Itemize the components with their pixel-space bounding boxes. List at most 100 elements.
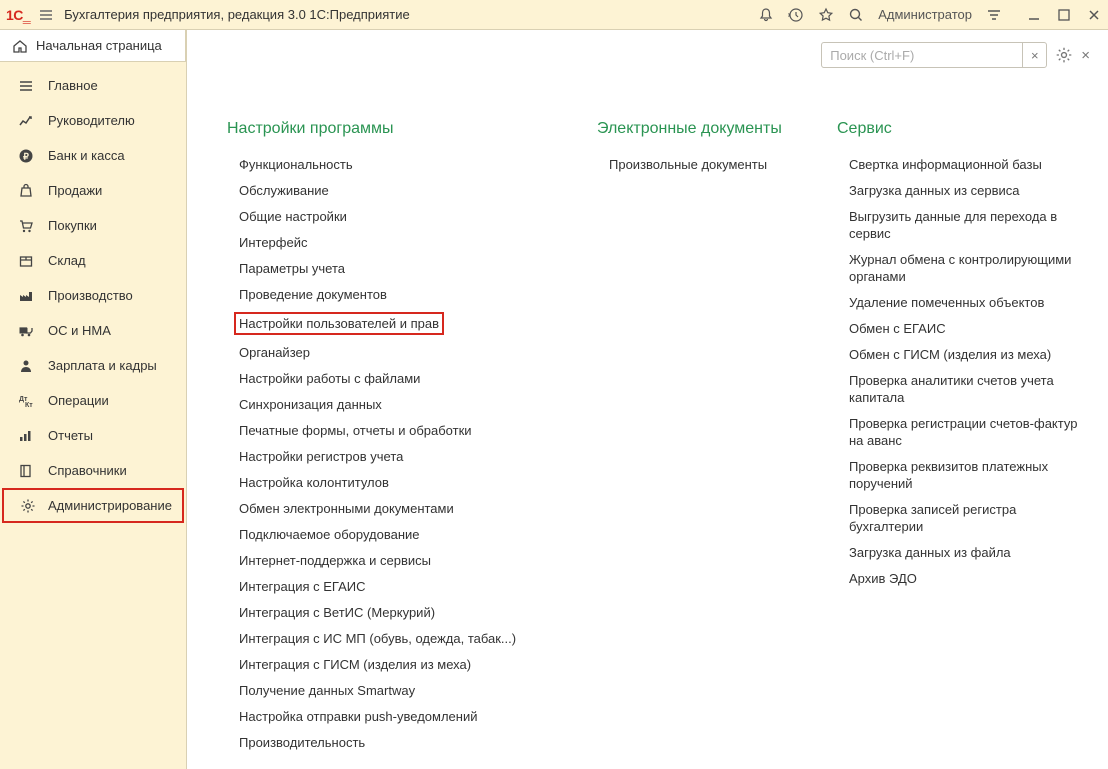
link-item[interactable]: Интернет-поддержка и сервисы [239, 552, 567, 569]
sidebar-item-7[interactable]: ОС и НМА [0, 313, 186, 348]
window-controls [1026, 7, 1102, 23]
content-area: × × Настройки программы Функциональность… [187, 30, 1108, 769]
sidebar-item-label: Производство [48, 288, 133, 303]
link-item[interactable]: Настройки работы с файлами [239, 370, 567, 387]
book-icon [18, 463, 36, 479]
sidebar-item-1[interactable]: Руководителю [0, 103, 186, 138]
minimize-icon[interactable] [1026, 7, 1042, 23]
person-icon [18, 358, 36, 374]
link-item[interactable]: Печатные формы, отчеты и обработки [239, 422, 567, 439]
link-item[interactable]: Проверка аналитики счетов учета капитала [849, 372, 1088, 406]
user-label[interactable]: Администратор [878, 7, 972, 22]
sidebar-item-label: Зарплата и кадры [48, 358, 157, 373]
titlebar-actions: Администратор [758, 7, 1102, 23]
panel-close-icon[interactable]: × [1081, 47, 1090, 64]
nav-list: Главное Руководителю ₽Банк и касса Продажи П… [0, 62, 186, 523]
window-title: Бухгалтерия предприятия, редакция 3.0 1С… [64, 7, 758, 22]
home-icon [12, 38, 28, 54]
section-title-program: Настройки программы [227, 120, 567, 138]
sidebar-item-label: Главное [48, 78, 98, 93]
chart-icon [18, 113, 36, 129]
filter-icon[interactable] [986, 7, 1002, 23]
link-item[interactable]: Архив ЭДО [849, 570, 1088, 587]
sidebar-item-5[interactable]: Склад [0, 243, 186, 278]
sections-columns: Настройки программы Функциональность Обсл… [187, 30, 1108, 769]
link-item[interactable]: Загрузка данных из файла [849, 544, 1088, 561]
search-icon[interactable] [848, 7, 864, 23]
link-item[interactable]: Загрузка данных из сервиса [849, 182, 1088, 199]
star-icon[interactable] [818, 7, 834, 23]
home-tab[interactable]: Начальная страница [0, 30, 186, 62]
link-list-service: Свертка информационной базы Загрузка данн… [837, 156, 1088, 587]
sidebar-item-label: Продажи [48, 183, 102, 198]
sidebar-item-label: Справочники [48, 463, 127, 478]
link-item[interactable]: Свертка информационной базы [849, 156, 1088, 173]
link-item[interactable]: Параметры учета [239, 260, 567, 277]
link-item[interactable]: Журнал обмена с контролирующими органами [849, 251, 1088, 285]
main-layout: Начальная страница Главное Руководителю ₽Б… [0, 30, 1108, 769]
sidebar-item-12[interactable]: Администрирование [2, 488, 184, 523]
sidebar-item-4[interactable]: Покупки [0, 208, 186, 243]
cart-icon [18, 218, 36, 234]
close-icon[interactable] [1086, 7, 1102, 23]
link-item[interactable]: Проверка реквизитов платежных поручений [849, 458, 1088, 492]
ledger-icon: ДтКт [18, 393, 36, 409]
link-item[interactable]: Настройка колонтитулов [239, 474, 567, 491]
link-item[interactable]: Обмен с ГИСМ (изделия из меха) [849, 346, 1088, 363]
bell-icon[interactable] [758, 7, 774, 23]
link-item[interactable]: Функциональность [239, 156, 567, 173]
link-item[interactable]: Общие настройки [239, 208, 567, 225]
link-item[interactable]: Интеграция с ГИСМ (изделия из меха) [239, 656, 567, 673]
search-input[interactable] [822, 48, 1022, 63]
link-item[interactable]: Интеграция с ИС МП (обувь, одежда, табак… [239, 630, 567, 647]
sidebar-item-11[interactable]: Справочники [0, 453, 186, 488]
box-icon [18, 253, 36, 269]
link-item[interactable]: Обмен с ЕГАИС [849, 320, 1088, 337]
link-item[interactable]: Настройки пользователей и прав [234, 312, 444, 335]
link-item[interactable]: Настройки регистров учета [239, 448, 567, 465]
link-item[interactable]: Произвольные документы [609, 156, 807, 173]
link-item[interactable]: Интерфейс [239, 234, 567, 251]
hamburger-icon[interactable] [38, 7, 54, 23]
link-item[interactable]: Проверка регистрации счетов-фактур на ав… [849, 415, 1088, 449]
history-icon[interactable] [788, 7, 804, 23]
col-service: Сервис Свертка информационной базыЗагруз… [837, 120, 1088, 587]
sidebar-item-label: Покупки [48, 218, 97, 233]
maximize-icon[interactable] [1056, 7, 1072, 23]
bag-icon [18, 183, 36, 199]
link-item[interactable]: Проведение документов [239, 286, 567, 303]
link-item[interactable]: Подключаемое оборудование [239, 526, 567, 543]
sidebar-item-label: Администрирование [48, 498, 172, 513]
link-item[interactable]: Получение данных Smartway [239, 682, 567, 699]
link-item[interactable]: Органайзер [239, 344, 567, 361]
menu-icon [18, 78, 36, 94]
sidebar-item-3[interactable]: Продажи [0, 173, 186, 208]
link-item[interactable]: Интеграция с ВетИС (Меркурий) [239, 604, 567, 621]
titlebar: 1C‗ Бухгалтерия предприятия, редакция 3.… [0, 0, 1108, 30]
sidebar-item-6[interactable]: Производство [0, 278, 186, 313]
sidebar-item-8[interactable]: Зарплата и кадры [0, 348, 186, 383]
link-item[interactable]: Выгрузить данные для перехода в сервис [849, 208, 1088, 242]
svg-text:Кт: Кт [25, 402, 33, 409]
search-clear-button[interactable]: × [1022, 43, 1046, 67]
home-tab-label: Начальная страница [36, 38, 162, 53]
link-item[interactable]: Производительность [239, 734, 567, 751]
sidebar-item-0[interactable]: Главное [0, 68, 186, 103]
link-item[interactable]: Обмен электронными документами [239, 500, 567, 517]
gear-icon [20, 498, 36, 514]
link-item[interactable]: Обслуживание [239, 182, 567, 199]
link-list-program: Функциональность Обслуживание Общие настро… [227, 156, 567, 751]
app-logo: 1C‗ [6, 7, 30, 23]
sidebar-item-label: ОС и НМА [48, 323, 111, 338]
sidebar-item-2[interactable]: ₽Банк и касса [0, 138, 186, 173]
link-item[interactable]: Настройка отправки push-уведомлений [239, 708, 567, 725]
gear-icon[interactable] [1055, 46, 1073, 64]
link-item[interactable]: Удаление помеченных объектов [849, 294, 1088, 311]
link-item[interactable]: Синхронизация данных [239, 396, 567, 413]
ruble-icon: ₽ [18, 148, 36, 164]
sidebar-item-9[interactable]: ДтКтОперации [0, 383, 186, 418]
sidebar-item-10[interactable]: Отчеты [0, 418, 186, 453]
link-item[interactable]: Интеграция с ЕГАИС [239, 578, 567, 595]
link-item[interactable]: Проверка записей регистра бухгалтерии [849, 501, 1088, 535]
sidebar-item-label: Руководителю [48, 113, 135, 128]
